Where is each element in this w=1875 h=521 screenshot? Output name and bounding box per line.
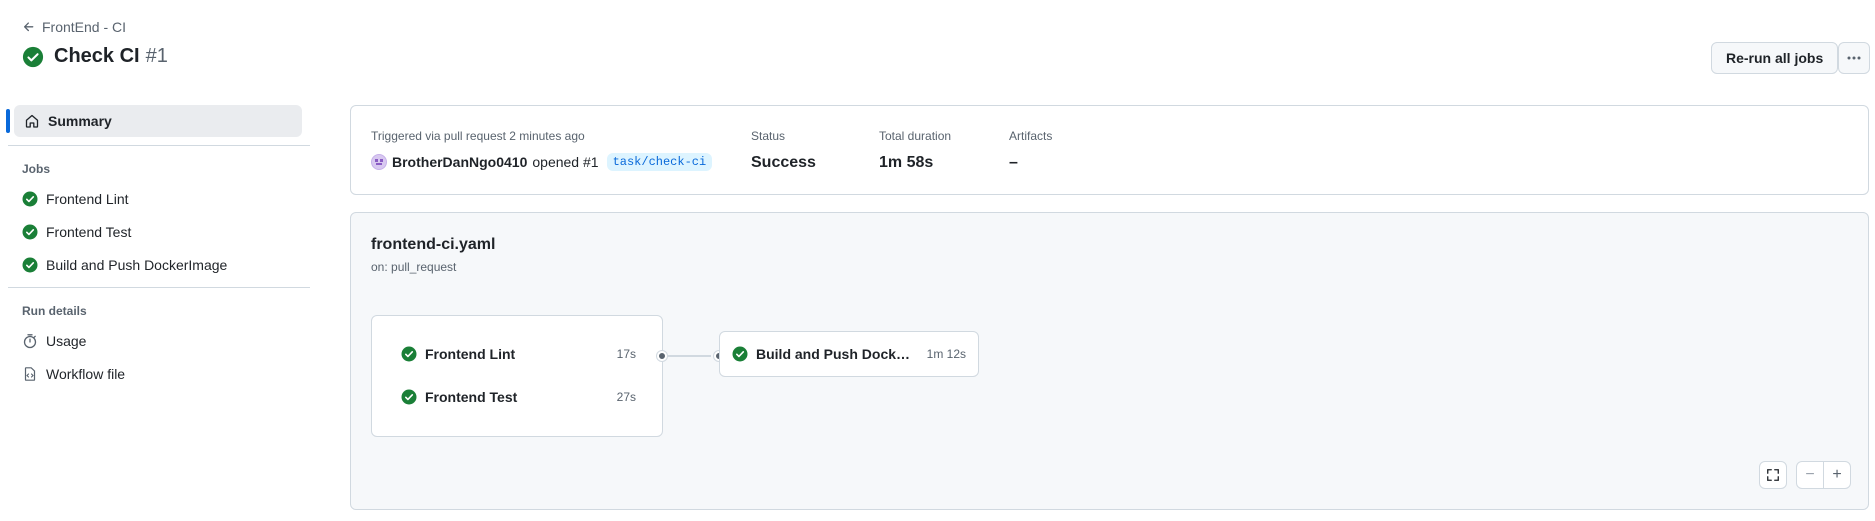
trigger-info: Triggered via pull request 2 minutes ago… <box>371 129 713 171</box>
back-link-label: FrontEnd - CI <box>42 19 127 35</box>
duration-value[interactable]: 1m 58s <box>879 154 951 172</box>
more-options-button[interactable] <box>1838 42 1870 74</box>
sidebar-item-usage[interactable]: Usage <box>6 324 310 357</box>
kebab-horizontal-icon <box>1847 56 1861 60</box>
sidebar-item-label: Frontend Test <box>46 223 132 240</box>
artifacts-info: Artifacts – <box>1009 129 1052 172</box>
sidebar-item-summary[interactable]: Summary <box>6 105 302 137</box>
sidebar-item-label: Usage <box>46 332 87 349</box>
job-node-build-push[interactable]: Build and Push DockerImage 1m 12s <box>719 331 979 377</box>
run-summary-panel: Triggered via pull request 2 minutes ago… <box>350 105 1869 195</box>
rerun-all-jobs-button[interactable]: Re-run all jobs <box>1711 42 1839 74</box>
avatar[interactable] <box>371 154 387 170</box>
jobs-heading: Jobs <box>22 162 51 176</box>
job-connector <box>663 355 711 357</box>
sidebar-item-frontend-lint[interactable]: Frontend Lint <box>6 182 310 215</box>
file-code-icon <box>24 366 36 381</box>
sidebar-item-build-push[interactable]: Build and Push DockerImage <box>6 248 310 281</box>
duration-label: Total duration <box>879 129 952 143</box>
zoom-out-button[interactable]: − <box>1796 461 1824 489</box>
check-circle-fill-icon <box>22 46 44 67</box>
job-node-frontend-lint[interactable]: Frontend Lint 17s <box>401 346 636 362</box>
sidebar-item-label: Frontend Lint <box>46 190 129 207</box>
title-name: Check CI <box>54 45 140 67</box>
action-text: opened #1 <box>532 154 599 170</box>
connector-dot <box>657 351 667 361</box>
run-details-heading: Run details <box>22 304 87 318</box>
home-icon <box>25 114 39 128</box>
sidebar-item-label: Summary <box>48 113 112 129</box>
job-duration: 1m 12s <box>926 347 966 361</box>
fullscreen-button[interactable] <box>1759 461 1787 489</box>
job-node-frontend-test[interactable]: Frontend Test 27s <box>401 389 636 405</box>
job-duration: 27s <box>616 390 636 404</box>
back-link[interactable]: FrontEnd - CI <box>22 19 126 35</box>
workflow-run-title: Check CI #1 <box>54 45 168 68</box>
trigger-label: Triggered via pull request 2 minutes ago <box>371 129 585 143</box>
branch-tag[interactable]: task/check-ci <box>606 153 713 171</box>
sidebar-item-frontend-test[interactable]: Frontend Test <box>6 215 310 248</box>
sidebar-item-label: Build and Push DockerImage <box>46 256 228 273</box>
job-group: Frontend Lint 17s Frontend Test 27s <box>371 315 663 437</box>
artifacts-label: Artifacts <box>1009 129 1053 143</box>
stopwatch-icon <box>23 333 37 348</box>
zoom-in-button[interactable]: + <box>1823 461 1851 489</box>
page-title: Check CI #1 <box>22 45 168 68</box>
check-circle-fill-icon <box>401 346 417 362</box>
sidebar-item-label: Workflow file <box>46 365 126 382</box>
fullscreen-icon <box>1767 469 1779 481</box>
arrow-left-icon <box>23 22 34 32</box>
duration-info: Total duration 1m 58s <box>879 129 951 172</box>
status-info: Status Success <box>751 129 816 172</box>
artifacts-value: – <box>1009 154 1018 171</box>
sidebar: Summary Jobs Frontend Lint Frontend Test… <box>6 105 310 390</box>
check-circle-fill-icon <box>22 257 38 272</box>
job-duration: 17s <box>616 347 636 361</box>
divider <box>8 287 310 288</box>
check-circle-fill-icon <box>401 389 417 405</box>
job-name: Build and Push DockerImage <box>756 346 916 362</box>
run-number: #1 <box>145 45 168 67</box>
divider <box>8 145 310 146</box>
workflow-graph-panel: frontend-ci.yaml on: pull_request Fronte… <box>350 212 1869 510</box>
workflow-trigger: on: pull_request <box>371 260 457 274</box>
sidebar-item-workflow-file[interactable]: Workflow file <box>6 357 310 390</box>
user-link[interactable]: BrotherDanNgo0410 <box>392 154 527 170</box>
status-value: Success <box>751 154 816 171</box>
check-circle-fill-icon <box>22 224 38 239</box>
workflow-file-name: frontend-ci.yaml <box>371 236 496 253</box>
check-circle-fill-icon <box>732 346 748 362</box>
check-circle-fill-icon <box>22 191 38 206</box>
job-name: Frontend Lint <box>425 346 516 362</box>
avatar-pixel-icon <box>375 159 383 165</box>
job-name: Frontend Test <box>425 389 518 405</box>
status-label: Status <box>751 129 786 143</box>
